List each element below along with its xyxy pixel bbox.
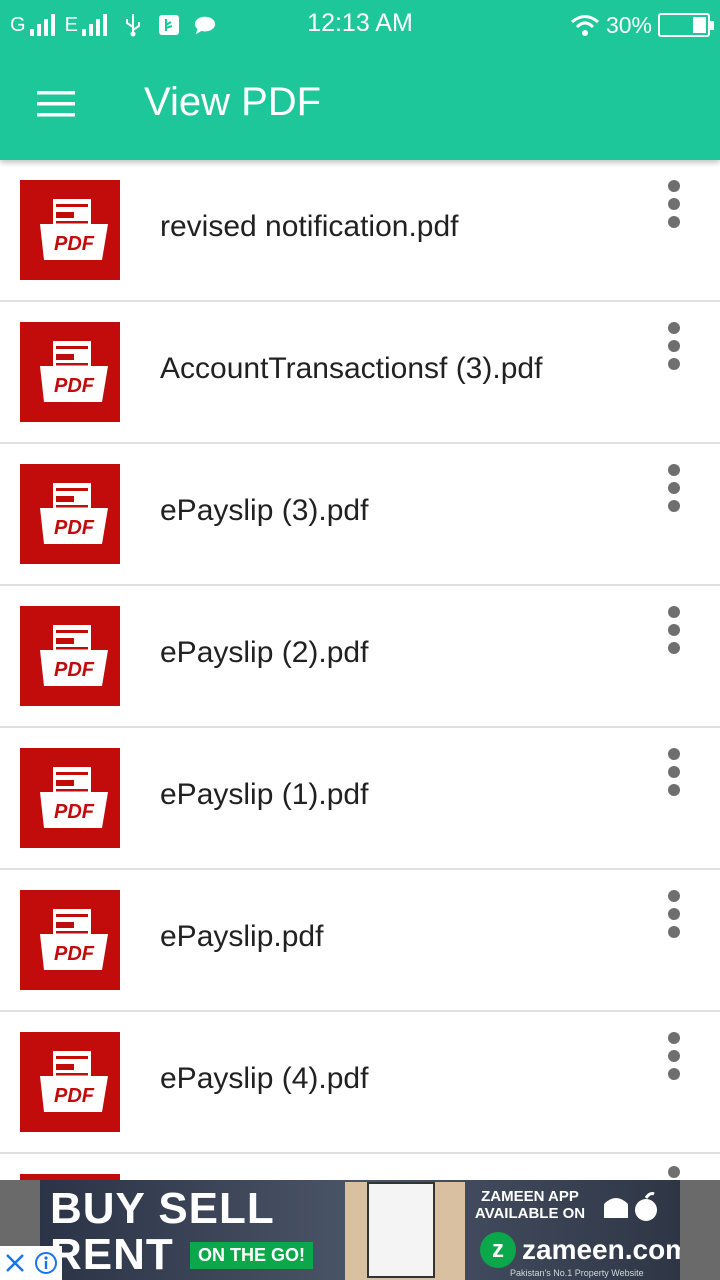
pdf-file-icon: PDF — [20, 890, 120, 990]
svg-text:PDF: PDF — [54, 659, 95, 681]
file-name: ePayslip (4).pdf — [160, 1062, 369, 1095]
more-vert-icon[interactable] — [650, 316, 698, 376]
more-vert-icon[interactable] — [650, 600, 698, 660]
list-item[interactable]: PDF ePayslip (2).pdf — [0, 586, 720, 728]
file-name: AccountTransactionsf (3).pdf — [160, 352, 543, 385]
more-vert-icon[interactable] — [650, 458, 698, 518]
status-right: 30% — [570, 10, 714, 40]
svg-text:PDF: PDF — [54, 233, 95, 255]
file-name: ePayslip (3).pdf — [160, 494, 369, 527]
svg-text:PDF: PDF — [54, 517, 95, 539]
status-bar: G E 12:13 AM 30% — [0, 0, 720, 50]
hamburger-menu-icon — [37, 91, 75, 117]
file-name: revised notification.pdf — [160, 210, 459, 243]
more-vert-icon[interactable] — [650, 1026, 698, 1086]
battery-icon — [658, 13, 714, 37]
list-item-partial[interactable] — [0, 1154, 720, 1180]
battery-percent: 30% — [605, 11, 652, 38]
ad-choices[interactable] — [0, 1246, 62, 1280]
pdf-file-icon: PDF — [20, 1032, 120, 1132]
top-bar: G E 12:13 AM 30% View PDF — [0, 0, 720, 160]
more-vert-icon[interactable] — [650, 742, 698, 802]
pdf-file-icon: PDF — [20, 606, 120, 706]
ad-headline-2: RENT — [50, 1230, 174, 1279]
list-item[interactable]: PDF ePayslip (1).pdf — [0, 728, 720, 870]
ad-phone-image — [345, 1182, 465, 1280]
ad-promo-text: ZAMEEN APP AVAILABLE ON — [474, 1188, 586, 1222]
ad-banner[interactable]: BUY SELL RENT ON THE GO! ZAMEEN APP AVAI… — [0, 1180, 720, 1280]
app-bar: View PDF — [0, 50, 720, 160]
ad-strapline: Pakistan's No.1 Property Website — [510, 1268, 644, 1278]
svg-text:PDF: PDF — [54, 375, 95, 397]
ad-brand: z zameen.com — [480, 1232, 680, 1268]
more-vert-icon[interactable] — [650, 174, 698, 234]
ad-creative[interactable]: BUY SELL RENT ON THE GO! ZAMEEN APP AVAI… — [40, 1180, 680, 1280]
zameen-logo-icon: z — [480, 1232, 516, 1268]
list-item[interactable]: PDF ePayslip (3).pdf — [0, 444, 720, 586]
list-item[interactable]: PDF ePayslip.pdf — [0, 870, 720, 1012]
more-vert-icon[interactable] — [650, 1162, 698, 1180]
more-vert-icon[interactable] — [650, 884, 698, 944]
wifi-icon — [570, 15, 599, 36]
file-name: ePayslip (1).pdf — [160, 778, 369, 811]
svg-text:PDF: PDF — [54, 943, 95, 965]
pdf-file-icon: PDF — [20, 322, 120, 422]
file-name: ePayslip (2).pdf — [160, 636, 369, 669]
ad-brand-name: zameen.com — [522, 1234, 680, 1265]
pdf-file-icon: PDF — [20, 180, 120, 280]
close-icon[interactable] — [4, 1252, 26, 1274]
list-item[interactable]: PDF revised notification.pdf — [0, 160, 720, 302]
file-list: PDF revised notification.pdf PDF Account… — [0, 160, 720, 1180]
page-title: View PDF — [144, 80, 322, 124]
info-icon[interactable] — [34, 1251, 58, 1275]
android-apple-icon — [600, 1190, 670, 1231]
pdf-file-icon: PDF — [20, 748, 120, 848]
svg-text:PDF: PDF — [54, 801, 95, 823]
list-item[interactable]: PDF AccountTransactionsf (3).pdf — [0, 302, 720, 444]
svg-text:PDF: PDF — [54, 1085, 95, 1107]
pdf-file-icon: PDF — [20, 464, 120, 564]
ad-headline-1: BUY SELL — [50, 1184, 275, 1233]
file-name: ePayslip.pdf — [160, 920, 324, 953]
menu-button[interactable] — [24, 72, 88, 136]
list-item[interactable]: PDF ePayslip (4).pdf — [0, 1012, 720, 1154]
app-screen: G E 12:13 AM 30% View PDF PDF revised no… — [0, 0, 720, 1280]
ad-tagline: ON THE GO! — [190, 1242, 313, 1269]
